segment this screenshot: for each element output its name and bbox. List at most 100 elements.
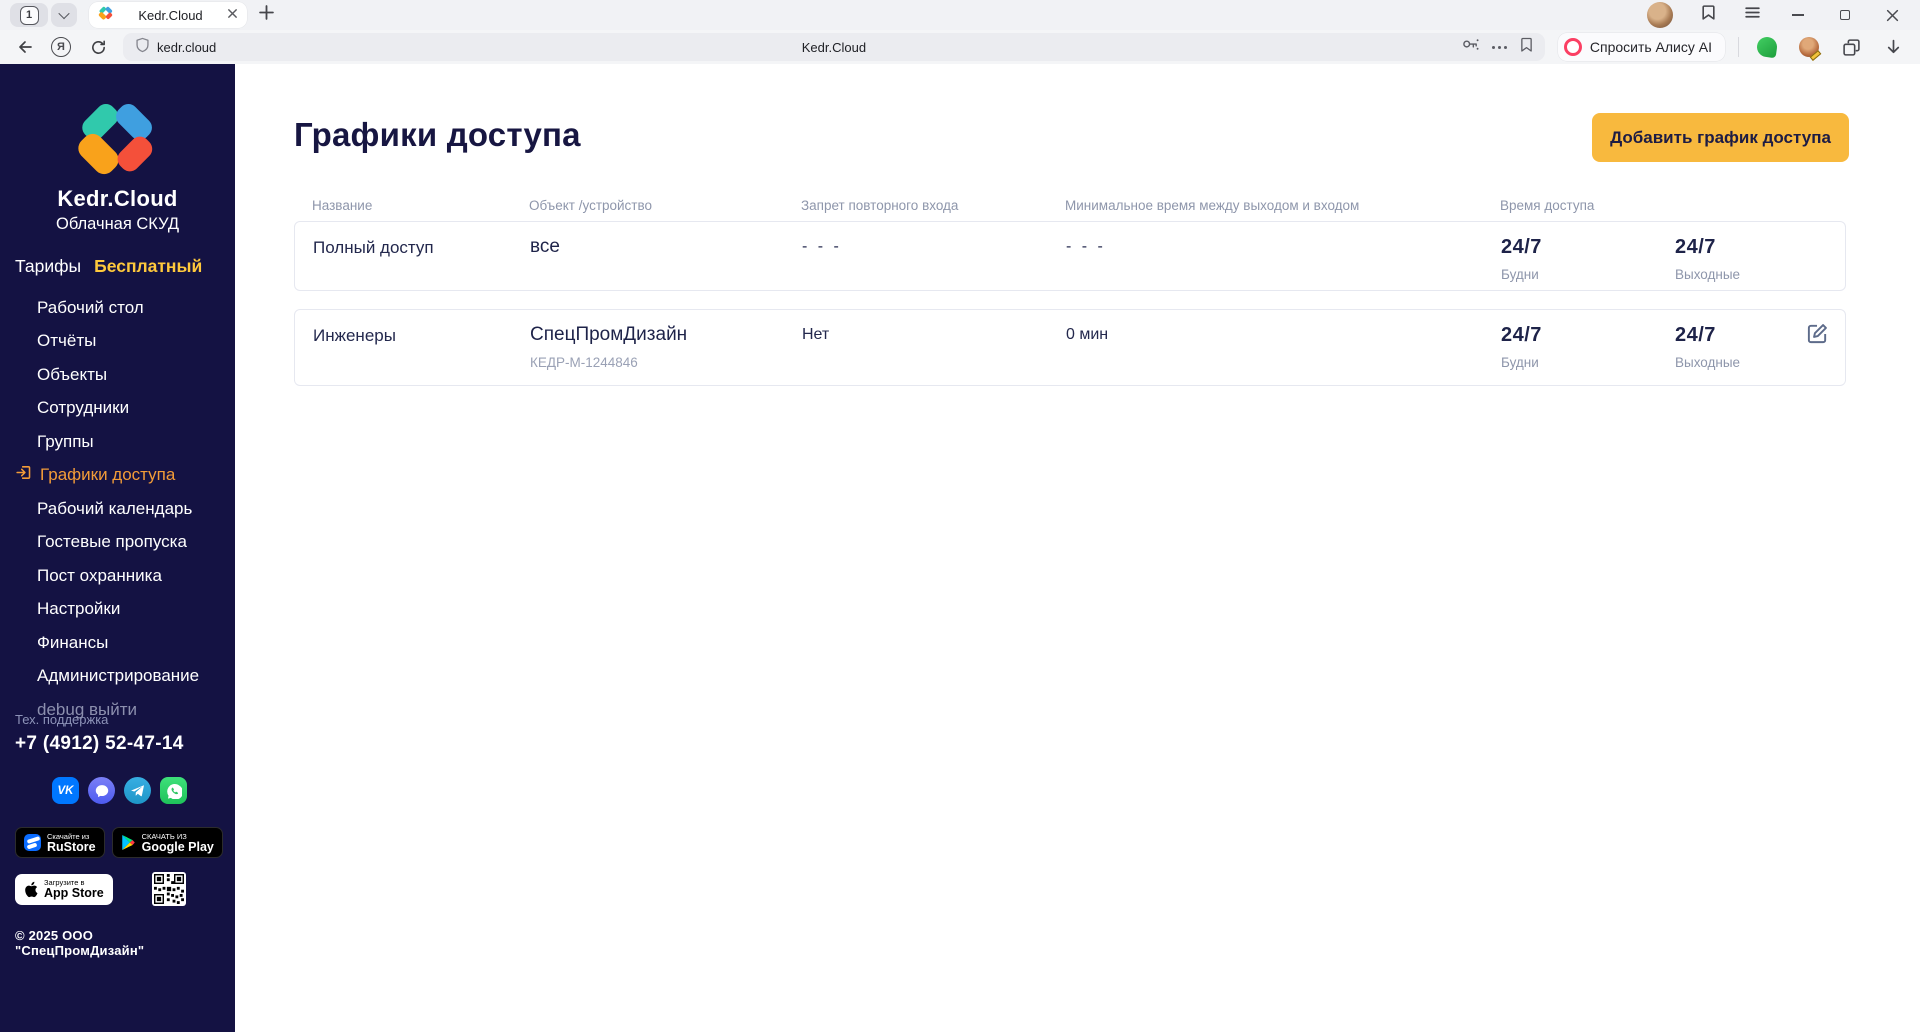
url-text: kedr.cloud [157,40,216,55]
cell-name: Инженеры [313,324,530,346]
yandex-home-icon[interactable]: Я [49,35,73,59]
weekend-time-label: Выходные [1675,267,1783,282]
cell-weekday-time: 24/7 Будни [1501,324,1675,370]
cell-weekend-time: 24/7 Выходные [1675,236,1783,282]
header-object-device: Объект /устройство [529,198,801,213]
access-schedules-table: Название Объект /устройство Запрет повто… [294,198,1846,386]
sidebar-nav: Рабочий стол Отчёты Объекты Сотрудники Г… [0,291,235,727]
cell-weekday-time: 24/7 Будни [1501,236,1675,282]
sidebar-item-desktop[interactable]: Рабочий стол [0,291,235,325]
tariff-link[interactable]: ТарифыБесплатный [15,256,235,277]
sidebar-item-work-calendar[interactable]: Рабочий календарь [0,492,235,526]
logo-title: Kedr.Cloud [0,186,235,212]
kedr-logo-icon [70,98,166,178]
messenger-icon[interactable] [88,777,115,804]
browser-window: 1 Kedr.Cloud [0,0,1920,1032]
menu-icon[interactable] [1744,4,1761,26]
cell-object: все [530,236,802,258]
login-arrow-icon [15,464,32,486]
refresh-icon[interactable] [86,35,110,59]
sidebar-item-guest-passes[interactable]: Гостевые пропуска [0,526,235,560]
sidebar-item-administration[interactable]: Администрирование [0,660,235,694]
cell-weekend-time: 24/7 Выходные [1675,324,1783,370]
weekend-time-value: 24/7 [1675,324,1783,347]
back-icon[interactable] [12,35,36,59]
weekend-time-label: Выходные [1675,355,1783,370]
support-label: Тех. поддержка [15,712,225,727]
qr-code [152,872,186,906]
tab-list-dropdown[interactable] [51,3,77,27]
table-row: Полный доступ все - - - - - - 24/7 Будни… [294,221,1846,291]
table-row: Инженеры СпецПромДизайн КЕДР-М-1244846 Н… [294,309,1846,386]
weekday-time-label: Будни [1501,267,1675,282]
edit-icon [1806,322,1829,345]
object-device-id: КЕДР-М-1244846 [530,355,802,370]
header-name: Название [312,198,529,213]
header-no-reentry: Запрет повторного входа [801,198,1065,213]
sidebar-item-objects[interactable]: Объекты [0,358,235,392]
whatsapp-icon[interactable] [160,777,187,804]
sidebar-item-employees[interactable]: Сотрудники [0,392,235,426]
app-logo[interactable]: Kedr.Cloud Облачная СКУД [0,64,235,234]
object-name: СпецПромДизайн [530,324,802,346]
profile-avatar[interactable] [1647,2,1673,28]
app-store-badge[interactable]: Загрузите в App Store [15,874,113,905]
more-actions-icon[interactable] [1492,46,1507,49]
cell-object: СпецПромДизайн КЕДР-М-1244846 [530,324,802,370]
tab-close-icon[interactable] [227,6,238,24]
tab-counter: 1 [20,6,39,25]
sidebar-item-reports[interactable]: Отчёты [0,325,235,359]
tab-counter-button[interactable]: 1 [10,3,48,27]
sidebar-item-finance[interactable]: Финансы [0,626,235,660]
main-content: Графики доступа Добавить график доступа … [235,64,1920,1032]
tab-bar: 1 Kedr.Cloud [0,0,1920,30]
gplay-name: Google Play [142,841,214,854]
cell-no-reentry: - - - [802,236,1066,256]
cell-no-reentry: Нет [802,324,1066,344]
bookmarks-panel-icon[interactable] [1700,4,1717,26]
bookmark-page-icon[interactable] [1520,37,1533,57]
shield-icon[interactable] [135,37,150,58]
ask-alice-button[interactable]: Спросить Алису AI [1558,33,1725,61]
sidebar-item-groups[interactable]: Группы [0,425,235,459]
rustore-logo-icon [24,834,41,851]
weekday-time-label: Будни [1501,355,1675,370]
alice-icon [1564,38,1582,56]
favicon-kedr-icon [98,5,114,26]
page-title-center: Kedr.Cloud [123,40,1545,55]
edit-row-button[interactable] [1806,322,1829,348]
tab-kedr-cloud[interactable]: Kedr.Cloud [89,2,247,28]
downloads-icon[interactable] [1882,36,1904,58]
window-restore-button[interactable] [1835,5,1855,25]
support-phone[interactable]: +7 (4912) 52-47-14 [15,733,225,755]
sidebar-item-access-schedules[interactable]: Графики доступа [0,459,235,493]
logo-subtitle: Облачная СКУД [0,215,235,234]
toolbar-divider [1738,37,1739,57]
header-min-interval: Минимальное время между выходом и входом [1065,198,1500,213]
sidebar-item-guard-post[interactable]: Пост охранника [0,559,235,593]
appstore-name: App Store [44,887,104,900]
yandex-letter: Я [57,41,65,53]
telegram-icon[interactable] [124,777,151,804]
sidebar: Kedr.Cloud Облачная СКУД ТарифыБесплатны… [0,64,235,1032]
google-play-icon [121,834,136,851]
weekday-time-value: 24/7 [1501,236,1675,259]
extension-green-icon[interactable] [1756,36,1778,58]
rustore-badge[interactable]: Скачайте из RuStore [15,827,105,858]
vk-icon[interactable]: VK [52,777,79,804]
extensions-panel-icon[interactable] [1840,36,1862,58]
extension-person-icon[interactable] [1798,36,1820,58]
add-access-schedule-button[interactable]: Добавить график доступа [1592,113,1849,162]
cell-min-interval: 0 мин [1066,324,1501,344]
password-key-icon[interactable] [1462,37,1479,57]
window-close-button[interactable] [1882,5,1902,25]
header-access-time: Время доступа [1500,198,1674,213]
window-minimize-button[interactable] [1788,5,1808,25]
google-play-badge[interactable]: СКАЧАТЬ ИЗ Google Play [112,827,223,858]
tariff-value: Бесплатный [94,256,202,276]
rustore-name: RuStore [47,841,96,854]
weekday-time-value: 24/7 [1501,324,1675,347]
address-bar[interactable]: kedr.cloud Kedr.Cloud [123,33,1545,61]
new-tab-button[interactable] [259,5,274,25]
sidebar-item-settings[interactable]: Настройки [0,593,235,627]
